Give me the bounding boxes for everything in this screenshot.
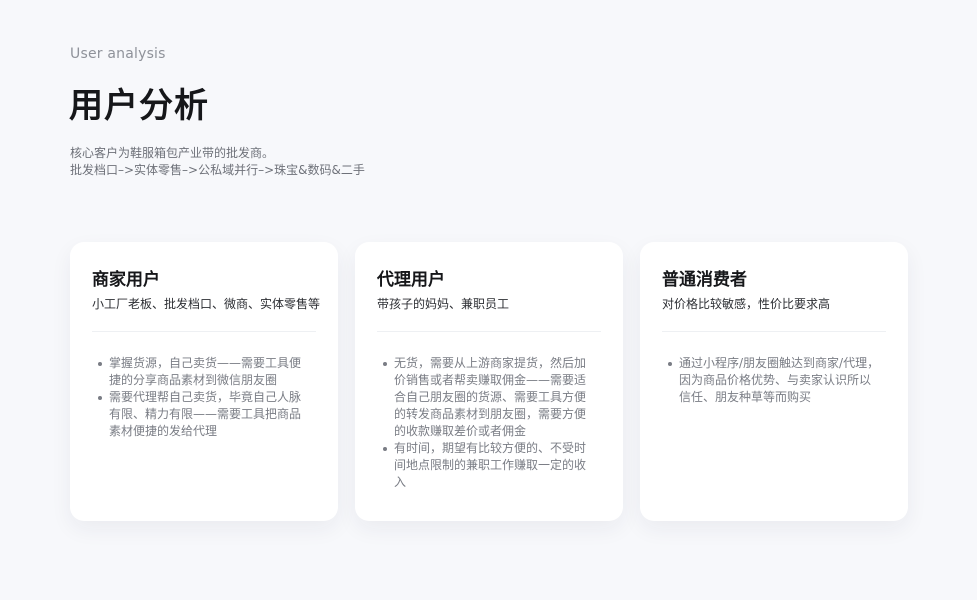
card-description: 带孩子的妈妈、兼职员工: [377, 297, 510, 311]
card-point-list: 无货，需要从上游商家提货，然后加价销售或者帮卖赚取佣金——需要适合自己朋友圈的货…: [377, 355, 597, 491]
card-title: 普通消费者: [662, 270, 747, 290]
user-analysis-page: User analysis 用户分析 核心客户为鞋服箱包产业带的批发商。 批发档…: [0, 0, 977, 600]
card-title: 商家用户: [92, 270, 160, 290]
list-item: 通过小程序/朋友圈触达到商家/代理，因为商品价格优势、与卖家认识所以信任、朋友种…: [662, 355, 882, 406]
card-divider: [377, 331, 601, 332]
card-point-list: 通过小程序/朋友圈触达到商家/代理，因为商品价格优势、与卖家认识所以信任、朋友种…: [662, 355, 882, 406]
list-item: 掌握货源，自己卖货——需要工具便捷的分享商品素材到微信朋友圈: [92, 355, 312, 389]
intro-line: 核心客户为鞋服箱包产业带的批发商。: [70, 146, 275, 160]
intro-line: 批发档口–>实体零售–>公私域并行–>珠宝&数码&二手: [70, 163, 365, 177]
card-divider: [662, 331, 886, 332]
list-item: 有时间，期望有比较方便的、不受时间地点限制的兼职工作赚取一定的收入: [377, 440, 597, 491]
card-agent-user: 代理用户 带孩子的妈妈、兼职员工 无货，需要从上游商家提货，然后加价销售或者帮卖…: [355, 242, 623, 521]
list-item: 需要代理帮自己卖货，毕竟自己人脉有限、精力有限——需要工具把商品素材便捷的发给代…: [92, 389, 312, 440]
card-merchant-user: 商家用户 小工厂老板、批发档口、微商、实体零售等 掌握货源，自己卖货——需要工具…: [70, 242, 338, 521]
card-point-list: 掌握货源，自己卖货——需要工具便捷的分享商品素材到微信朋友圈 需要代理帮自己卖货…: [92, 355, 312, 440]
card-divider: [92, 331, 316, 332]
list-item: 无货，需要从上游商家提货，然后加价销售或者帮卖赚取佣金——需要适合自己朋友圈的货…: [377, 355, 597, 440]
card-description: 对价格比较敏感，性价比要求高: [662, 297, 831, 311]
card-title: 代理用户: [377, 270, 445, 290]
intro-text: 核心客户为鞋服箱包产业带的批发商。 批发档口–>实体零售–>公私域并行–>珠宝&…: [70, 145, 365, 179]
section-subtitle-en: User analysis: [70, 46, 166, 62]
card-description: 小工厂老板、批发档口、微商、实体零售等: [92, 297, 321, 311]
card-consumer-user: 普通消费者 对价格比较敏感，性价比要求高 通过小程序/朋友圈触达到商家/代理，因…: [640, 242, 908, 521]
page-title: 用户分析: [69, 86, 209, 126]
